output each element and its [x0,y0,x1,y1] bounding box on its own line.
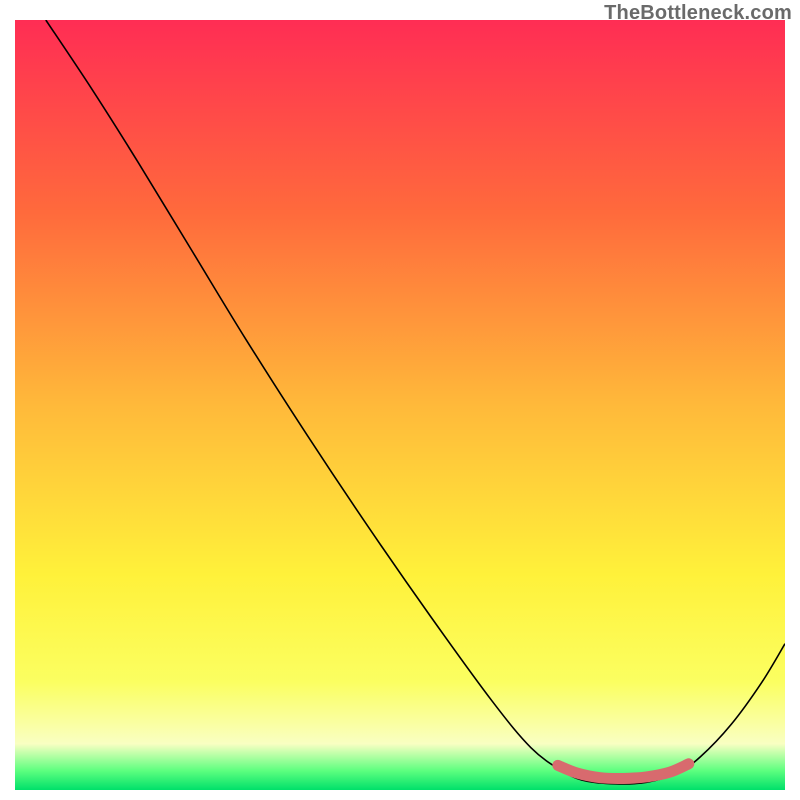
chart-container: TheBottleneck.com [0,0,800,800]
chart-svg [15,20,785,790]
gradient-background [15,20,785,790]
plot-area [15,20,785,790]
